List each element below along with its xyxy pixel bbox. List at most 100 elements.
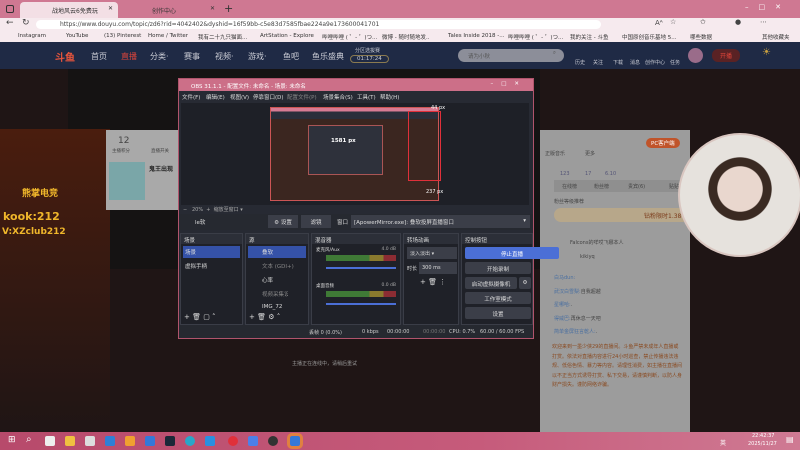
obs-icon[interactable] <box>268 436 278 446</box>
app-icon[interactable] <box>248 436 258 446</box>
nav-events[interactable]: 赛事 <box>184 51 200 62</box>
start-recording-button[interactable]: 开始录制 <box>465 262 531 274</box>
favorite-icon[interactable]: ☆ <box>670 18 676 26</box>
menu-profile[interactable]: 配置文件(P) <box>287 93 317 101</box>
virtual-camera-button[interactable]: 启动虚拟摄像机 <box>465 277 517 289</box>
scene-item[interactable]: 场景 <box>183 246 240 258</box>
tab-fans[interactable]: 粉丝榜 <box>594 183 609 190</box>
volume-slider[interactable] <box>326 303 396 305</box>
source-item[interactable]: 叠软 <box>248 246 306 258</box>
bookmark[interactable]: 哪些数据 <box>690 33 712 41</box>
zoom-mode-select[interactable]: 缩放至窗口 <box>214 207 239 213</box>
mail-icon[interactable] <box>105 436 115 446</box>
tab-active[interactable]: 战地风云6免费玩 ✕ <box>20 2 118 18</box>
selection-box[interactable] <box>408 111 441 181</box>
tab-creator[interactable]: 创作中心 ✕ <box>120 2 220 18</box>
window-controls[interactable]: –□✕ <box>745 3 791 11</box>
filters-button[interactable]: 滤镜 <box>301 215 331 228</box>
follow-button[interactable]: 关注 <box>593 59 603 66</box>
store-icon[interactable] <box>85 436 95 446</box>
close-icon[interactable]: ✕ <box>210 5 215 12</box>
nav-festival[interactable]: 鱼乐盛典 <box>312 51 344 62</box>
zoom-out-button[interactable]: − <box>183 207 189 213</box>
menu-view[interactable]: 视图(V) <box>230 93 249 101</box>
nav-video[interactable]: 视频· <box>215 51 234 62</box>
menu-edit[interactable]: 编辑(E) <box>206 93 225 101</box>
window-select[interactable]: [ApowerMirror.exe]: 叠软投屏直播窗口 ▾ <box>351 215 530 228</box>
volume-slider[interactable] <box>326 267 396 269</box>
app-icon[interactable] <box>125 436 135 446</box>
stop-streaming-button[interactable]: 停止直播 <box>465 247 559 259</box>
music-button[interactable]: 正版音乐 <box>545 150 565 157</box>
steam-icon[interactable] <box>165 436 175 446</box>
app-icon[interactable] <box>287 433 303 449</box>
duration-input[interactable]: 300 ms <box>419 262 457 274</box>
search-icon[interactable]: ⌕ <box>26 434 32 445</box>
bookmark[interactable]: 微博 - 随时随地发... <box>382 33 430 41</box>
menu-scene-collection[interactable]: 场景集合(S) <box>323 93 353 101</box>
menu-file[interactable]: 文件(F) <box>182 93 200 101</box>
close-icon[interactable]: ✕ <box>108 5 113 12</box>
ime-indicator[interactable]: 英 <box>720 438 726 447</box>
task-view-icon[interactable] <box>45 436 55 446</box>
menu-docks[interactable]: 停靠窗口(D) <box>253 93 284 101</box>
edge-icon[interactable] <box>185 436 195 446</box>
douyu-logo[interactable]: 斗鱼 <box>55 49 75 64</box>
source-settings-button[interactable]: ⚙ 设置 <box>268 215 298 228</box>
source-item[interactable]: 文本 (GDI+) <box>248 260 306 272</box>
virtual-camera-settings-icon[interactable]: ⚙ <box>519 277 531 289</box>
app-icon[interactable] <box>145 436 155 446</box>
notification-icon[interactable]: ▤ <box>786 435 794 444</box>
url-input[interactable]: https://www.douyu.com/topic/zd6?rid=4042… <box>36 20 601 29</box>
bookmark[interactable]: 中国原创音乐基地 5... <box>622 33 677 41</box>
source-item[interactable]: IMG_72 <box>248 302 306 312</box>
download-button[interactable]: 下载 <box>613 59 623 66</box>
nav-games[interactable]: 游戏· <box>248 51 267 62</box>
back-icon[interactable]: ← <box>6 18 14 28</box>
avatar[interactable] <box>688 48 703 63</box>
settings-button[interactable]: 设置 <box>465 307 531 319</box>
studio-mode-button[interactable]: 工作室模式 <box>465 292 531 304</box>
more-button[interactable]: 更多 <box>585 150 595 157</box>
theme-icon[interactable]: ☀ <box>762 47 771 58</box>
file-explorer-icon[interactable] <box>65 436 75 446</box>
source-item[interactable]: 视频采集设备 <box>248 288 288 300</box>
more-icon[interactable]: ⋯ <box>760 18 767 26</box>
pc-client-button[interactable]: PC客户端 <box>646 138 680 148</box>
menu-help[interactable]: 帮助(H) <box>380 93 399 101</box>
bookmark[interactable]: (13) Pinterest <box>104 33 141 39</box>
tab-online[interactable]: 在线榜 <box>562 183 577 190</box>
transition-select[interactable]: 淡入淡出 ▾ <box>407 247 457 259</box>
bookmark[interactable]: 我有二十九只猫面... <box>198 33 247 41</box>
search-input[interactable]: 请为小秋 ⌕ <box>458 49 564 62</box>
webcam-bubble[interactable] <box>678 133 800 257</box>
creator-center-button[interactable]: 创作中心 <box>645 59 665 66</box>
bookmark[interactable]: YouTube <box>66 33 88 39</box>
transition-buttons[interactable]: + 🗑 ⋮ <box>420 278 446 286</box>
bookmark[interactable]: 其他收藏夹 <box>762 33 790 41</box>
menu-tools[interactable]: 工具(T) <box>357 93 376 101</box>
nav-live[interactable]: 直播 <box>121 51 137 62</box>
go-live-button[interactable]: 开播 <box>712 49 741 62</box>
bookmark[interactable]: 哔哩哔哩 ( ゜- ゜)つ... <box>322 33 377 41</box>
read-aloud-icon[interactable]: Aᴬ <box>655 19 663 27</box>
bookmark[interactable]: Instagram <box>18 33 46 39</box>
promo-banner[interactable]: 钻粉限时1.38 <box>554 208 690 222</box>
source-toolbar-buttons[interactable]: + 🗑 ⚙ ˄ <box>249 313 280 321</box>
tab-vip[interactable]: 贵宾(6) <box>628 183 645 190</box>
app-icon[interactable] <box>205 436 215 446</box>
bookmark[interactable]: 哔哩哔哩 ( ゜- ゜)つ... <box>508 33 563 41</box>
bookmark[interactable]: Home / Twitter <box>148 33 188 39</box>
clock-date[interactable]: 2025/11/27 <box>748 441 777 447</box>
scene-toolbar[interactable]: + 🗑 ▢ ˄ <box>184 313 216 321</box>
scene-item[interactable]: 虚拟手柄 <box>183 260 240 272</box>
tasks-button[interactable]: 任务 <box>670 59 680 66</box>
nav-home[interactable]: 首页 <box>91 51 107 62</box>
bookmark[interactable]: Tales Inside 2018 -... <box>448 33 504 39</box>
profile-icon[interactable]: ● <box>735 18 741 26</box>
clock-time[interactable]: 22:42:37 <box>752 433 774 439</box>
zoom-in-button[interactable]: + <box>206 207 210 213</box>
new-tab-button[interactable]: + <box>224 2 233 15</box>
source-item[interactable]: 心率 <box>248 274 306 286</box>
nav-fishbar[interactable]: 鱼吧 <box>283 51 299 62</box>
